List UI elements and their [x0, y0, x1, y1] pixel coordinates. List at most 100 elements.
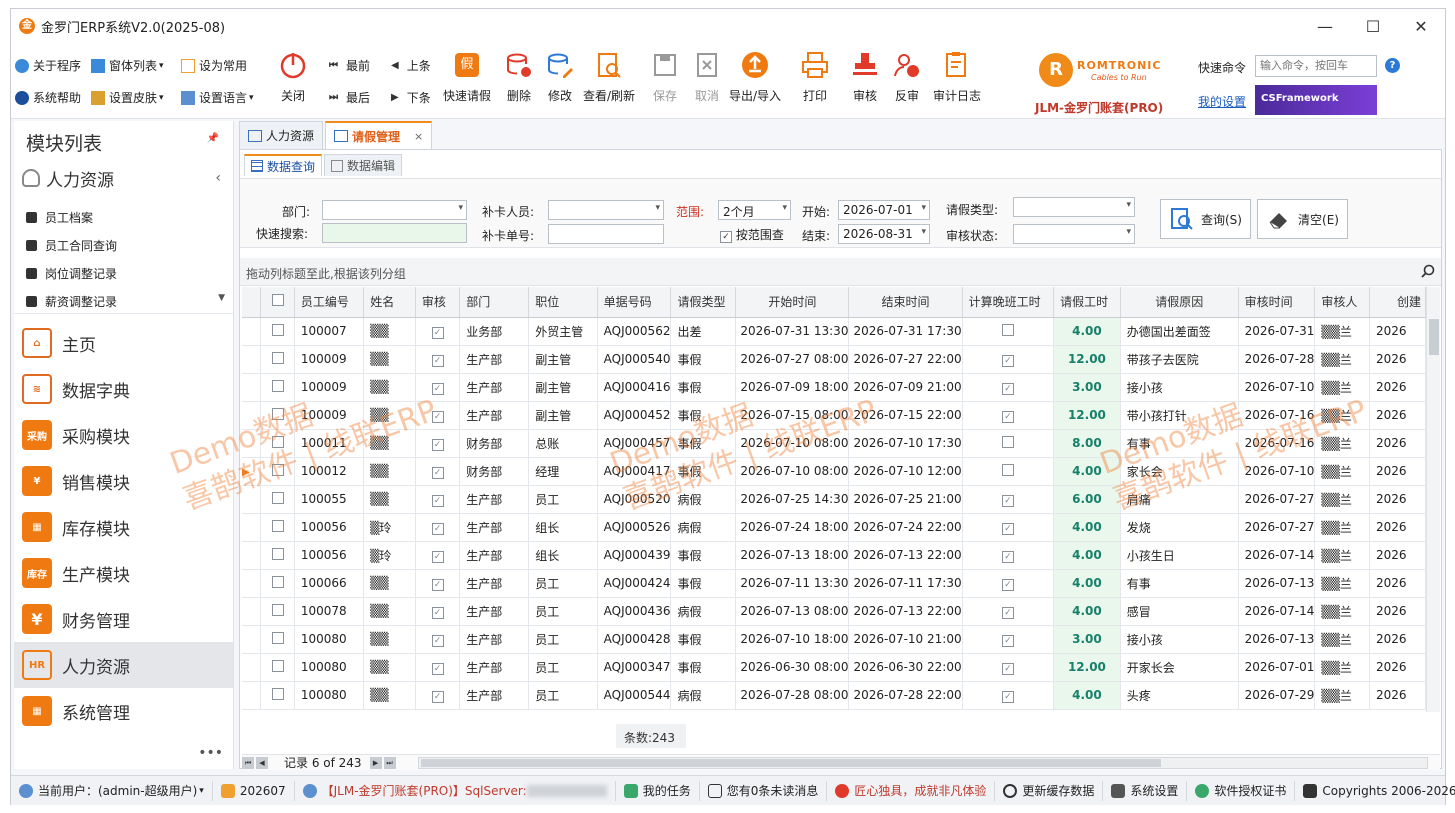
cell-pos[interactable]: 总账 [528, 429, 598, 458]
cell-atime[interactable]: 2026-07-27 [1238, 485, 1316, 514]
nav-prev-icon[interactable]: ◀ [256, 756, 268, 769]
by-range-checkbox[interactable]: ✓ 按范围查 [720, 226, 784, 243]
cell-auditor[interactable]: ▒▒兰 [1314, 625, 1371, 654]
cell-atime[interactable]: 2026-07-10 [1238, 457, 1316, 486]
cell-create[interactable]: 2026 [1369, 429, 1426, 458]
cell-pos[interactable]: 组长 [528, 541, 598, 570]
cell-start[interactable]: 2026-07-24 18:00 [735, 513, 850, 542]
cell-start[interactable]: 2026-07-15 08:00 [735, 401, 850, 430]
cell-dept[interactable]: 生产部 [459, 345, 530, 374]
cell-name[interactable]: ▒玲 [363, 541, 416, 570]
cell-end[interactable]: 2026-07-15 22:00 [848, 401, 963, 430]
cell-id[interactable]: 100009 [294, 401, 365, 430]
table-row[interactable]: 100080 ▒▒ ✓ 生产部 员工 AQJ000347 事假 2026-06-30 08:0… [242, 653, 1426, 682]
cell-name[interactable]: ▒▒ [363, 457, 416, 486]
cell-atime[interactable]: 2026-07-10 [1238, 373, 1316, 402]
cell-atime[interactable]: 2026-07-29 [1238, 681, 1316, 710]
cell-type[interactable]: 病假 [670, 597, 737, 626]
cell-start[interactable]: 2026-07-27 08:00 [735, 345, 850, 374]
audit-checkbox[interactable]: ✓ [415, 373, 461, 402]
cell-reason[interactable]: 肩痛 [1120, 485, 1239, 514]
cell-reason[interactable]: 家长会 [1120, 457, 1239, 486]
cell-start[interactable]: 2026-07-10 08:00 [735, 429, 850, 458]
h-scroll-thumb[interactable] [421, 759, 1161, 767]
column-header[interactable]: 审核 [415, 287, 461, 318]
cell-name[interactable]: ▒▒ [363, 597, 416, 626]
cell-create[interactable]: 2026 [1369, 541, 1426, 570]
cell-end[interactable]: 2026-07-31 17:30 [848, 317, 963, 346]
last-record-button[interactable]: ⏭ 最后 [329, 89, 370, 106]
cell-atime[interactable]: 2026-07-01 [1238, 653, 1316, 682]
audit-checkbox[interactable]: ✓ [415, 345, 461, 374]
cell-id[interactable]: 100012 [294, 457, 365, 486]
cell-type[interactable]: 病假 [670, 485, 737, 514]
column-header[interactable]: 结束时间 [848, 287, 963, 318]
cell-atime[interactable]: 2026-07-13 [1238, 625, 1316, 654]
cell-end[interactable]: 2026-07-13 22:00 [848, 541, 963, 570]
cell-reason[interactable]: 感冒 [1120, 597, 1239, 626]
cell-name[interactable]: ▒玲 [363, 513, 416, 542]
cell-start[interactable]: 2026-07-13 18:00 [735, 541, 850, 570]
cell-id[interactable]: 100056 [294, 513, 365, 542]
cell-dept[interactable]: 生产部 [459, 653, 530, 682]
night-shift-checkbox[interactable] [962, 457, 1055, 486]
maximize-icon[interactable]: ☐ [1349, 9, 1397, 43]
cell-reason[interactable]: 接小孩 [1120, 625, 1239, 654]
range-select[interactable]: 2个月 [718, 200, 791, 220]
help-icon[interactable]: ? [1385, 58, 1400, 73]
cell-doc[interactable]: AQJ000416 [597, 373, 672, 402]
tab-data-edit[interactable]: 数据编辑 [324, 154, 403, 176]
cell-name[interactable]: ▒▒ [363, 373, 416, 402]
cell-type[interactable]: 事假 [670, 569, 737, 598]
cell-atime[interactable]: 2026-07-28 [1238, 345, 1316, 374]
cell-doc[interactable]: AQJ000526 [597, 513, 672, 542]
cell-doc[interactable]: AQJ000562 [597, 317, 672, 346]
window-list-button[interactable]: 窗体列表 ▾ [91, 57, 164, 74]
module-finance[interactable]: ¥ 财务管理 [14, 596, 233, 642]
quick-command-input[interactable] [1255, 55, 1377, 77]
cell-hours[interactable]: 8.00 [1053, 429, 1121, 458]
cell-id[interactable]: 100009 [294, 345, 365, 374]
cell-name[interactable]: ▒▒ [363, 569, 416, 598]
sidebar-item-contract-query[interactable]: 员工合同查询 [26, 237, 117, 254]
cell-atime[interactable]: 2026-07-14 [1238, 541, 1316, 570]
cell-end[interactable]: 2026-07-25 21:00 [848, 485, 963, 514]
query-button[interactable]: 查询(S) [1160, 199, 1251, 239]
cell-type[interactable]: 出差 [670, 317, 737, 346]
unapprove-button[interactable]: 反审 [891, 49, 923, 104]
cell-auditor[interactable]: ▒▒兰 [1314, 485, 1371, 514]
column-header[interactable]: 请假类型 [670, 287, 737, 318]
sidebar-item-employee-files[interactable]: 员工档案 [26, 209, 93, 226]
audit-checkbox[interactable]: ✓ [415, 513, 461, 542]
module-sales[interactable]: ¥ 销售模块 [14, 458, 233, 504]
row-select-checkbox[interactable] [260, 597, 295, 626]
cell-doc[interactable]: AQJ000457 [597, 429, 672, 458]
sidebar-item-salary-adjust[interactable]: 薪资调整记录 [26, 293, 117, 310]
search-icon[interactable] [1421, 264, 1435, 278]
cell-create[interactable]: 2026 [1369, 401, 1426, 430]
cell-end[interactable]: 2026-07-13 22:00 [848, 597, 963, 626]
night-shift-checkbox[interactable]: ✓ [962, 597, 1055, 626]
cell-atime[interactable]: 2026-07-27 [1238, 513, 1316, 542]
column-header[interactable]: 计算晚班工时 [962, 287, 1055, 318]
row-select-checkbox[interactable] [260, 429, 295, 458]
cell-auditor[interactable]: ▒▒兰 [1314, 653, 1371, 682]
cell-start[interactable]: 2026-06-30 08:00 [735, 653, 850, 682]
audit-status-select[interactable] [1013, 224, 1135, 244]
vertical-scrollbar[interactable] [1426, 287, 1440, 712]
row-select-checkbox[interactable] [260, 345, 295, 374]
current-user[interactable]: 当前用户：(admin-超级用户) ▾ [11, 780, 213, 801]
cell-end[interactable]: 2026-07-10 12:00 [848, 457, 963, 486]
quick-leave-button[interactable]: 假快速请假 [443, 49, 491, 104]
cell-hours[interactable]: 4.00 [1053, 513, 1121, 542]
cell-create[interactable]: 2026 [1369, 317, 1426, 346]
cell-dept[interactable]: 生产部 [459, 373, 530, 402]
cell-name[interactable]: ▒▒ [363, 345, 416, 374]
sidebar-scroll-down-icon[interactable]: ▼ [218, 293, 225, 303]
night-shift-checkbox[interactable] [962, 429, 1055, 458]
tab-leave-management[interactable]: 请假管理 × [325, 121, 433, 149]
column-header[interactable]: 姓名 [363, 287, 416, 318]
cell-create[interactable]: 2026 [1369, 681, 1426, 710]
cell-create[interactable]: 2026 [1369, 373, 1426, 402]
module-home[interactable]: ⌂ 主页 [14, 320, 233, 366]
